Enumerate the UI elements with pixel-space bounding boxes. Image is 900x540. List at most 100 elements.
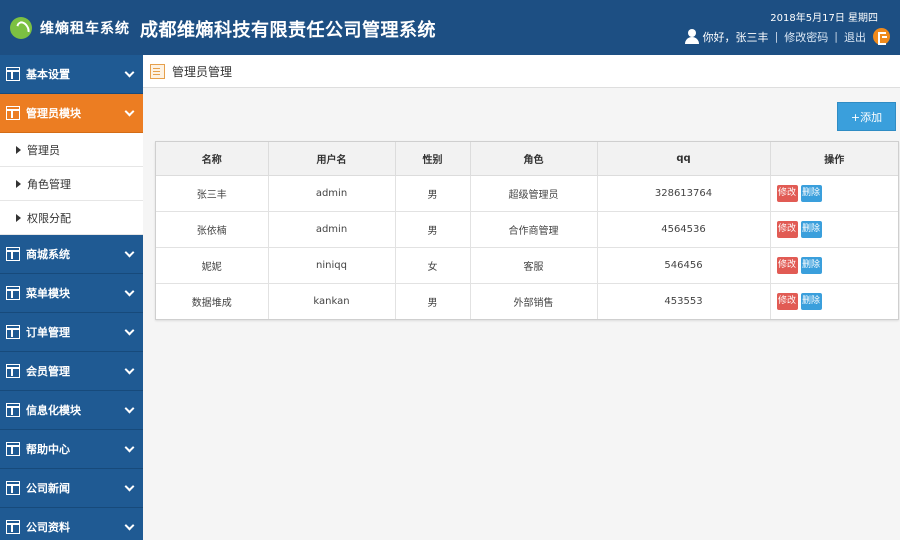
chevron-down-icon bbox=[124, 520, 135, 531]
column-header: 用户名 bbox=[268, 142, 396, 176]
cell-username: admin bbox=[268, 211, 396, 248]
submenu-item-label: 角色管理 bbox=[27, 177, 71, 191]
module-icon bbox=[6, 520, 20, 534]
chevron-down-icon bbox=[124, 247, 135, 258]
chevron-down-icon bbox=[124, 67, 135, 78]
cell-actions: 修改 删除 bbox=[770, 211, 898, 248]
cell-gender: 男 bbox=[395, 211, 471, 248]
table-row: 数据堆成 kankan 男 外部销售 453553 修改 删除 bbox=[156, 283, 898, 319]
column-header: 性别 bbox=[395, 142, 471, 176]
logout-icon[interactable] bbox=[873, 28, 890, 45]
admin-table: 名称 用户名 性别 角色 qq 操作 张三丰 admin 男 超级管理员 328… bbox=[155, 141, 899, 320]
cell-name: 张三丰 bbox=[156, 175, 269, 212]
submenu-item-permissions[interactable]: 权限分配 bbox=[0, 201, 143, 235]
cell-gender: 女 bbox=[395, 247, 471, 284]
submenu: 管理员 角色管理 权限分配 bbox=[0, 133, 143, 235]
module-icon bbox=[6, 481, 20, 495]
table-row: 张依楠 admin 男 合作商管理 4564536 修改 删除 bbox=[156, 211, 898, 248]
chevron-down-icon bbox=[124, 403, 135, 414]
sidebar-item-label: 管理员模块 bbox=[26, 107, 81, 120]
sidebar-item-menu[interactable]: 菜单模块 bbox=[0, 274, 143, 313]
change-password-link[interactable]: 修改密码 bbox=[784, 29, 828, 45]
cell-role: 外部销售 bbox=[470, 283, 598, 319]
main-content: 管理员管理 +添加 名称 用户名 性别 角色 qq 操作 张三丰 admin 男… bbox=[143, 55, 900, 540]
cell-username: kankan bbox=[268, 283, 396, 319]
column-header: 操作 bbox=[770, 142, 898, 176]
delete-button[interactable]: 删除 bbox=[800, 184, 822, 202]
sidebar-item-admin-module[interactable]: 管理员模块 bbox=[0, 94, 143, 133]
user-icon bbox=[684, 29, 699, 44]
sidebar-item-label: 基本设置 bbox=[26, 68, 70, 81]
submenu-item-roles[interactable]: 角色管理 bbox=[0, 167, 143, 201]
cell-username: niniqq bbox=[268, 247, 396, 284]
sidebar-item-label: 菜单模块 bbox=[26, 287, 70, 300]
sidebar-item-company-info[interactable]: 公司资料 bbox=[0, 508, 143, 540]
module-icon bbox=[6, 247, 20, 261]
submenu-item-label: 管理员 bbox=[27, 143, 60, 157]
cell-qq: 546456 bbox=[597, 247, 771, 284]
breadcrumb: 管理员管理 bbox=[143, 55, 900, 88]
module-icon bbox=[6, 67, 20, 81]
sidebar-item-label: 公司新闻 bbox=[26, 482, 70, 495]
column-header: 角色 bbox=[470, 142, 598, 176]
page-icon bbox=[150, 63, 165, 79]
add-button[interactable]: +添加 bbox=[837, 102, 896, 131]
chevron-down-icon bbox=[124, 286, 135, 297]
cell-role: 合作商管理 bbox=[470, 211, 598, 248]
delete-button[interactable]: 删除 bbox=[800, 256, 822, 274]
sidebar-item-label: 商城系统 bbox=[26, 248, 70, 261]
sidebar-item-mall[interactable]: 商城系统 bbox=[0, 235, 143, 274]
system-title: 成都维熵科技有限责任公司管理系统 bbox=[140, 20, 436, 41]
cell-role: 超级管理员 bbox=[470, 175, 598, 212]
sidebar: 基本设置 管理员模块 管理员 角色管理 权限分配 商城系统 菜单模块 订单管理 bbox=[0, 55, 143, 540]
sidebar-item-members[interactable]: 会员管理 bbox=[0, 352, 143, 391]
submenu-item-admins[interactable]: 管理员 bbox=[0, 133, 143, 167]
sidebar-item-orders[interactable]: 订单管理 bbox=[0, 313, 143, 352]
chevron-down-icon bbox=[124, 106, 135, 117]
sidebar-item-label: 信息化模块 bbox=[26, 404, 81, 417]
sidebar-item-basic-settings[interactable]: 基本设置 bbox=[0, 55, 143, 94]
cell-qq: 453553 bbox=[597, 283, 771, 319]
sidebar-item-label: 会员管理 bbox=[26, 365, 70, 378]
caret-right-icon bbox=[16, 179, 21, 188]
module-icon bbox=[6, 403, 20, 417]
column-header: 名称 bbox=[156, 142, 269, 176]
logout-link[interactable]: 退出 bbox=[844, 29, 866, 45]
table-header-row: 名称 用户名 性别 角色 qq 操作 bbox=[156, 142, 898, 176]
chevron-down-icon bbox=[124, 325, 135, 336]
edit-button[interactable]: 修改 bbox=[776, 292, 798, 310]
edit-button[interactable]: 修改 bbox=[776, 184, 798, 202]
top-header: 维熵租车系统 成都维熵科技有限责任公司管理系统 2018年5月17日 星期四 你… bbox=[0, 0, 900, 55]
table-row: 妮妮 niniqq 女 客服 546456 修改 删除 bbox=[156, 247, 898, 284]
delete-button[interactable]: 删除 bbox=[800, 292, 822, 310]
cell-name: 妮妮 bbox=[156, 247, 269, 284]
logo-icon bbox=[10, 17, 32, 39]
chevron-down-icon bbox=[124, 442, 135, 453]
column-header: qq bbox=[597, 142, 771, 176]
edit-button[interactable]: 修改 bbox=[776, 256, 798, 274]
logo-text: 维熵租车系统 bbox=[40, 21, 130, 37]
cell-actions: 修改 删除 bbox=[770, 247, 898, 284]
module-icon bbox=[6, 442, 20, 456]
cell-name: 张依楠 bbox=[156, 211, 269, 248]
sidebar-item-help[interactable]: 帮助中心 bbox=[0, 430, 143, 469]
edit-button[interactable]: 修改 bbox=[776, 220, 798, 238]
cell-role: 客服 bbox=[470, 247, 598, 284]
divider: | bbox=[774, 30, 779, 43]
greeting-text: 你好，张三丰 bbox=[702, 30, 769, 44]
logo[interactable]: 维熵租车系统 bbox=[10, 14, 130, 42]
date-display: 2018年5月17日 星期四 bbox=[770, 13, 878, 24]
module-icon bbox=[6, 286, 20, 300]
cell-name: 数据堆成 bbox=[156, 283, 269, 319]
cell-actions: 修改 删除 bbox=[770, 175, 898, 212]
sidebar-item-informatization[interactable]: 信息化模块 bbox=[0, 391, 143, 430]
cell-gender: 男 bbox=[395, 175, 471, 212]
delete-button[interactable]: 删除 bbox=[800, 220, 822, 238]
chevron-down-icon bbox=[124, 481, 135, 492]
table-row: 张三丰 admin 男 超级管理员 328613764 修改 删除 bbox=[156, 175, 898, 212]
chevron-down-icon bbox=[124, 364, 135, 375]
sidebar-item-news[interactable]: 公司新闻 bbox=[0, 469, 143, 508]
module-icon bbox=[6, 364, 20, 378]
user-bar: 你好，张三丰 | 修改密码 | 退出 bbox=[684, 28, 890, 45]
divider: | bbox=[834, 30, 838, 43]
